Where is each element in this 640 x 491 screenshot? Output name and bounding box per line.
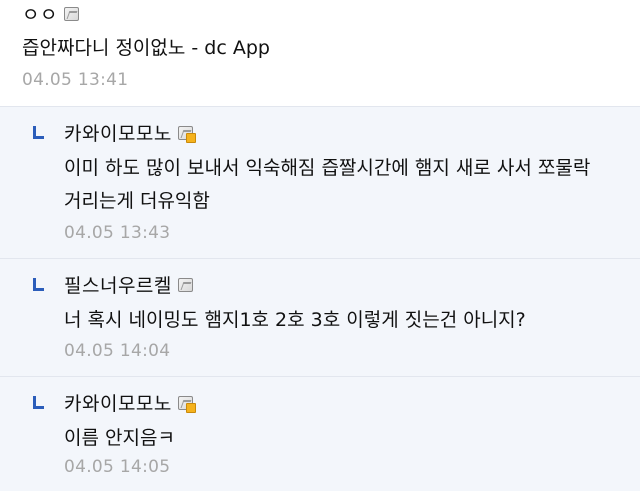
reply-timestamp: 04.05 14:05 <box>64 457 171 477</box>
reply-item: 필스너우르켈 너 혹시 네이밍도 햄지1호 2호 3호 이렇게 짓는건 아니지?… <box>0 258 640 376</box>
comment-timestamp: 04.05 13:41 <box>22 70 129 90</box>
gallog-icon[interactable] <box>177 395 196 413</box>
gallog-icon[interactable] <box>177 277 193 292</box>
comment-author[interactable]: ㅇㅇ <box>22 0 58 27</box>
reply-arrow-icon <box>33 126 44 139</box>
comment-author-row[interactable]: ㅇㅇ <box>22 0 79 27</box>
gallog-icon[interactable] <box>63 6 79 21</box>
reply-author-row[interactable]: 카와이모모노 <box>64 389 196 416</box>
reply-timestamp: 04.05 14:04 <box>64 341 171 361</box>
reply-text-line: 너 혹시 네이밍도 햄지1호 2호 3호 이렇게 짓는건 아니지? <box>64 309 526 331</box>
reply-item: 카와이모모노 이미 하도 많이 보내서 익숙해짐 즙짤시간에 햄지 새로 사서 … <box>0 106 640 258</box>
comment: ㅇㅇ 즙안짜다니 정이없노 - dc App 04.05 13:41 <box>0 0 640 106</box>
reply-author[interactable]: 필스너우르켈 <box>64 271 172 298</box>
reply-item: 카와이모모노 이름 안지음ㅋ 04.05 14:05 <box>0 376 640 491</box>
reply-text-line: 거리는게 더유익함 <box>64 190 210 212</box>
reply-timestamp: 04.05 13:43 <box>64 223 171 243</box>
reply-arrow-icon <box>33 278 44 291</box>
reply-author[interactable]: 카와이모모노 <box>64 389 172 416</box>
reply-author[interactable]: 카와이모모노 <box>64 119 172 146</box>
reply-arrow-icon <box>33 396 44 409</box>
reply-author-row[interactable]: 카와이모모노 <box>64 119 196 146</box>
gallog-icon[interactable] <box>177 125 196 143</box>
reply-text-line: 이미 하도 많이 보내서 익숙해짐 즙짤시간에 햄지 새로 사서 쪼물락 <box>64 157 591 179</box>
reply-text-line: 이름 안지음ㅋ <box>64 427 175 449</box>
reply-author-row[interactable]: 필스너우르켈 <box>64 271 193 298</box>
comment-text: 즙안짜다니 정이없노 - dc App <box>22 37 270 59</box>
